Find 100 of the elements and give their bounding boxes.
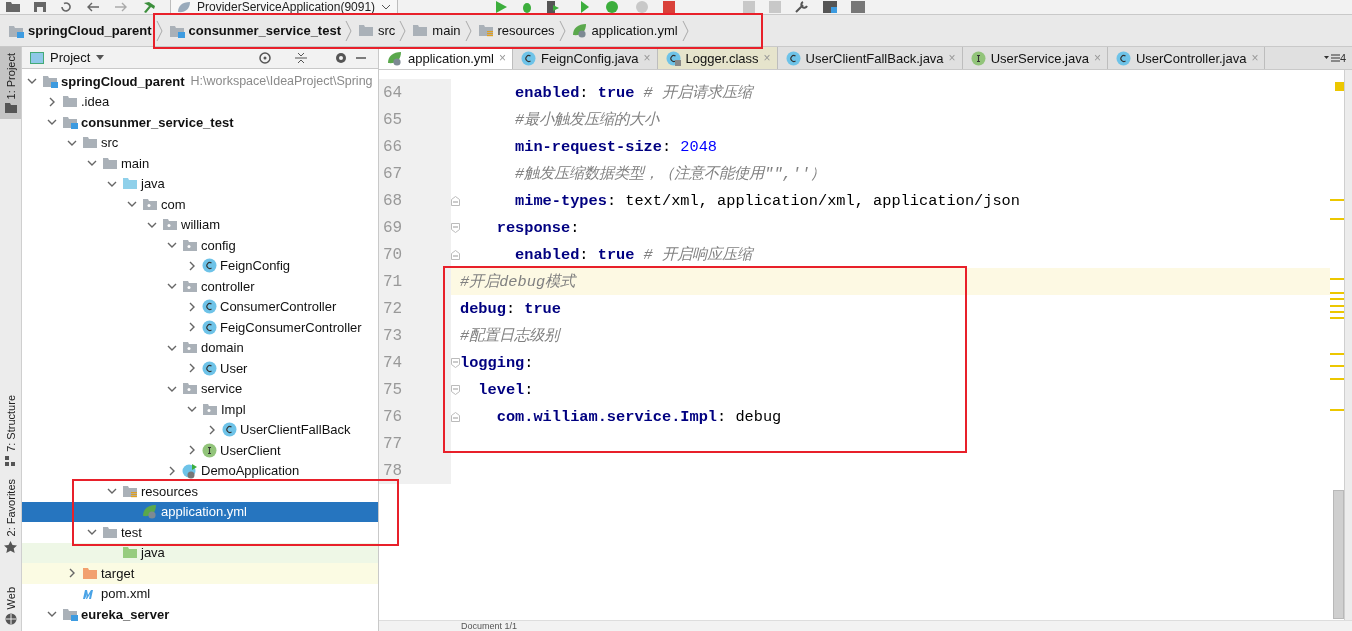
structure-icon[interactable] bbox=[823, 1, 838, 13]
tree-row[interactable]: consunmer_service_test bbox=[22, 112, 378, 133]
scrollbar-thumb[interactable] bbox=[1333, 490, 1344, 619]
tab-overflow-button[interactable]: 4 bbox=[1323, 47, 1352, 69]
tree-row[interactable]: UserClientFallBack bbox=[22, 419, 378, 440]
change-marker[interactable] bbox=[1330, 409, 1344, 411]
code-line: enabled: true # 开启响应压缩 bbox=[514, 245, 752, 265]
change-marker[interactable] bbox=[1330, 353, 1344, 355]
fold-marker-icon[interactable] bbox=[451, 222, 460, 233]
tree-row[interactable]: william bbox=[22, 214, 378, 235]
change-marker[interactable] bbox=[1330, 311, 1344, 313]
tool-window-button[interactable]: 1: Project bbox=[0, 47, 21, 120]
tree-row[interactable]: domain bbox=[22, 337, 378, 358]
change-marker[interactable] bbox=[1330, 199, 1344, 201]
tree-row[interactable]: DemoApplication bbox=[22, 460, 378, 481]
tree-row[interactable]: java bbox=[22, 173, 378, 194]
tree-item-label: target bbox=[101, 565, 135, 581]
tree-row[interactable]: .idea bbox=[22, 91, 378, 112]
tree-row[interactable]: controller bbox=[22, 276, 378, 297]
tree-item-label: UserClientFallBack bbox=[240, 422, 351, 438]
tree-item-label: springCloud_parent bbox=[61, 73, 185, 89]
selected-tree-row[interactable]: application.yml bbox=[22, 501, 378, 522]
run-icon[interactable] bbox=[496, 1, 508, 13]
change-marker[interactable] bbox=[1330, 298, 1344, 300]
panel-title[interactable]: Project bbox=[50, 50, 91, 65]
editor-tab[interactable]: application.yml × bbox=[379, 47, 513, 69]
chevron-right-icon bbox=[399, 19, 407, 42]
folder-icon bbox=[122, 177, 138, 191]
fold-marker-icon[interactable] bbox=[451, 249, 460, 260]
tree-row[interactable]: com bbox=[22, 194, 378, 215]
breadcrumb[interactable]: consunmer_service_test bbox=[168, 19, 358, 42]
fold-marker-icon[interactable] bbox=[451, 195, 460, 206]
tree-row[interactable]: User bbox=[22, 358, 378, 379]
settings-icon[interactable] bbox=[334, 50, 348, 65]
change-marker[interactable] bbox=[1330, 317, 1344, 319]
fold-marker-icon[interactable] bbox=[451, 384, 460, 395]
caret-icon[interactable] bbox=[96, 54, 105, 61]
run-config-dropdown[interactable]: ProviderServiceApplication(9091) bbox=[170, 0, 399, 15]
breadcrumb[interactable]: src bbox=[358, 19, 413, 42]
spring-class-icon bbox=[182, 462, 198, 479]
tree-row[interactable]: config bbox=[22, 235, 378, 256]
tree-item-label: eureka_server bbox=[81, 606, 170, 622]
change-marker[interactable] bbox=[1330, 305, 1344, 307]
warning-marker[interactable] bbox=[1335, 82, 1344, 91]
breadcrumb[interactable]: application.yml bbox=[571, 19, 695, 42]
tree-row[interactable]: FeignConfig bbox=[22, 255, 378, 276]
folder-icon bbox=[4, 103, 17, 114]
tree-item-label: pom.xml bbox=[101, 586, 151, 602]
window-icon bbox=[30, 51, 44, 64]
change-marker[interactable] bbox=[1330, 292, 1344, 294]
folder-icon bbox=[62, 95, 78, 109]
stop-icon[interactable] bbox=[663, 1, 676, 13]
breadcrumb[interactable]: resources bbox=[477, 19, 572, 42]
save-icon[interactable] bbox=[34, 2, 46, 12]
line-number: 74 bbox=[379, 349, 451, 376]
tree-row[interactable]: src bbox=[22, 132, 378, 153]
package-folder-icon bbox=[182, 279, 198, 293]
tree-row[interactable]: service bbox=[22, 378, 378, 399]
package-folder-icon bbox=[182, 382, 198, 396]
tree-row[interactable]: ConsumerController bbox=[22, 296, 378, 317]
fold-marker-icon[interactable] bbox=[451, 357, 460, 368]
hammer-icon[interactable] bbox=[142, 1, 156, 13]
class-icon bbox=[521, 50, 536, 66]
tree-row[interactable]: resources bbox=[22, 481, 378, 502]
breadcrumb[interactable]: springCloud_parent bbox=[8, 19, 169, 42]
code-line: #触发压缩数据类型，（注意不能使用"",''） bbox=[514, 164, 826, 184]
tree-row[interactable]: FeigConsumerController bbox=[22, 317, 378, 338]
collapse-icon[interactable] bbox=[294, 50, 308, 65]
tree-item-label: ConsumerController bbox=[220, 299, 337, 315]
change-marker[interactable] bbox=[1330, 278, 1344, 280]
back-arrow-icon[interactable] bbox=[86, 2, 100, 12]
tree-row[interactable]: springCloud_parent H:\workspace\IdeaProject\Spring bbox=[22, 71, 378, 92]
tree-row[interactable]: target bbox=[22, 563, 378, 584]
refresh-icon[interactable] bbox=[60, 2, 72, 12]
line-number: 65 bbox=[379, 106, 451, 133]
tree-row[interactable]: eureka_server bbox=[22, 604, 378, 625]
tree-row[interactable]: main bbox=[22, 153, 378, 174]
crosshair-icon[interactable] bbox=[258, 50, 272, 65]
tool-window-button[interactable]: 7: Structure bbox=[0, 389, 21, 474]
editor-tab[interactable]: Logger.class × bbox=[657, 47, 778, 69]
tree-row[interactable]: UserClient bbox=[22, 440, 378, 461]
tool-window-button[interactable]: 2: Favorites bbox=[0, 473, 21, 559]
line-number: 64 bbox=[379, 79, 451, 106]
package-folder-icon bbox=[182, 341, 198, 355]
tree-item-label: consunmer_service_test bbox=[81, 114, 234, 130]
tree-row[interactable]: java bbox=[22, 542, 378, 563]
change-marker[interactable] bbox=[1330, 365, 1344, 367]
code-line: com.william.service.Impl: debug bbox=[495, 407, 782, 426]
folder-icon[interactable] bbox=[6, 2, 20, 12]
tree-row[interactable]: Impl bbox=[22, 399, 378, 420]
change-marker[interactable] bbox=[1330, 218, 1344, 220]
tree-row[interactable]: test bbox=[22, 522, 378, 543]
code-line: level: bbox=[477, 380, 534, 399]
tree-row[interactable]: pom.xml bbox=[22, 583, 378, 604]
bug-icon[interactable] bbox=[521, 1, 534, 13]
wrench-icon[interactable] bbox=[795, 1, 810, 13]
tool-window-button[interactable]: Web bbox=[0, 580, 21, 631]
breadcrumb[interactable]: main bbox=[412, 19, 478, 42]
fold-marker-icon[interactable] bbox=[451, 411, 460, 422]
change-marker[interactable] bbox=[1330, 378, 1344, 380]
